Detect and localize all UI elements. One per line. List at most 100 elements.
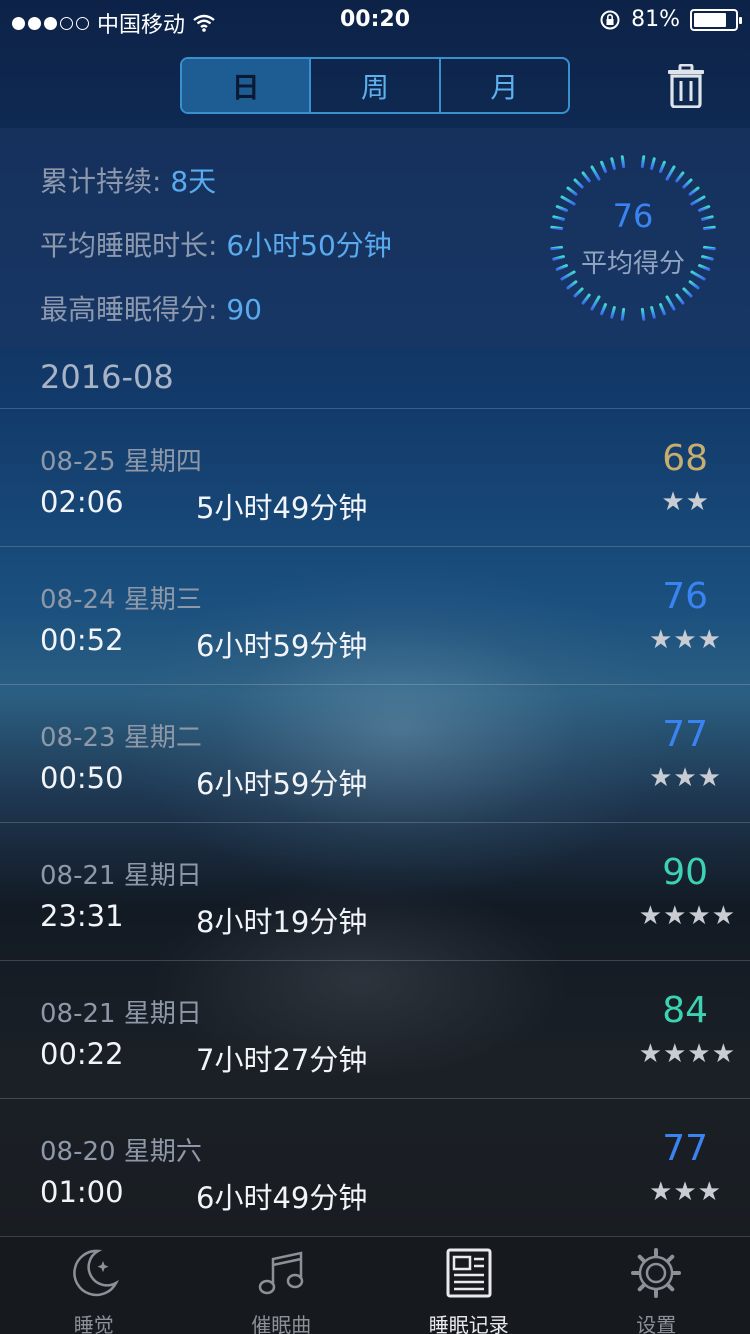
score-gauge xyxy=(549,154,717,322)
gauge-tick xyxy=(682,287,693,298)
sleep-record-row[interactable]: 08-23 星期二 00:50 6小时59分钟 77 ★★★ xyxy=(0,684,750,822)
gauge-tick xyxy=(688,186,700,196)
record-date: 08-23 星期二 xyxy=(40,723,202,753)
tab-settings-label: 设置 xyxy=(636,1313,677,1334)
record-stars: ★★★ xyxy=(649,1177,722,1207)
record-date: 08-21 星期日 xyxy=(40,861,202,891)
sleep-record-row[interactable]: 08-21 星期日 00:22 7小时27分钟 84 ★★★★ xyxy=(0,960,750,1098)
record-score: 68 xyxy=(662,438,708,479)
best-score: 最高睡眠得分: 90 xyxy=(40,288,262,328)
rotation-lock-icon xyxy=(600,10,620,29)
gauge-tick xyxy=(620,155,626,169)
bottom-tab-bar: 睡觉 催眠曲 睡眠记录 设置 xyxy=(0,1236,750,1334)
tab-month[interactable]: 月 xyxy=(438,59,568,112)
gauge-tick xyxy=(610,157,616,170)
gauge-tick xyxy=(581,171,591,183)
record-duration: 7小时27分钟 xyxy=(196,1043,368,1077)
tab-sleep-label: 睡觉 xyxy=(73,1313,114,1334)
tab-day[interactable]: 日 xyxy=(182,59,310,112)
gear-icon xyxy=(631,1248,682,1298)
record-stars: ★★★ xyxy=(649,763,722,793)
status-right: 81% xyxy=(599,7,742,32)
gauge-label: 平均得分 xyxy=(580,249,685,279)
record-start-time: 00:22 xyxy=(40,1037,124,1071)
record-duration: 6小时59分钟 xyxy=(196,629,368,663)
record-duration: 6小时59分钟 xyxy=(196,767,368,801)
gauge-tick xyxy=(620,307,626,321)
period-segmented-control: 日 周 月 xyxy=(180,57,570,114)
gauge-tick xyxy=(610,306,616,319)
record-start-time: 23:31 xyxy=(40,899,124,933)
gauge-tick xyxy=(640,307,646,321)
sleep-record-row[interactable]: 08-20 星期六 01:00 6小时49分钟 77 ★★★ xyxy=(0,1098,750,1236)
record-stars: ★★★★ xyxy=(638,1039,736,1069)
record-start-time: 01:00 xyxy=(40,1175,124,1209)
record-stars: ★★★ xyxy=(649,625,722,655)
record-duration: 5小时49分钟 xyxy=(196,491,368,525)
gauge-tick xyxy=(659,303,666,316)
gauge-tick xyxy=(566,186,578,196)
gauge-tick xyxy=(688,280,700,290)
tab-sleep-records[interactable]: 睡眠记录 xyxy=(375,1237,563,1334)
gauge-tick xyxy=(650,306,656,319)
record-score: 77 xyxy=(662,1128,708,1169)
gauge-tick xyxy=(566,280,578,290)
record-score: 76 xyxy=(662,576,708,617)
gauge-tick xyxy=(659,160,666,173)
music-icon xyxy=(259,1251,304,1295)
sleep-record-row[interactable]: 08-24 星期三 00:52 6小时59分钟 76 ★★★ xyxy=(0,546,750,684)
total-days-value: 8天 xyxy=(170,165,217,198)
total-days: 累计持续: 8天 xyxy=(40,160,216,200)
sleep-record-list: 08-25 星期四 02:06 5小时49分钟 68 ★★ 08-24 星期三 … xyxy=(0,408,750,1236)
tab-sleep-records-label: 睡眠记录 xyxy=(428,1313,509,1334)
record-score: 90 xyxy=(662,852,708,893)
sleep-record-row[interactable]: 08-21 星期日 23:31 8小时19分钟 90 ★★★★ xyxy=(0,822,750,960)
average-duration-label: 平均睡眠时长: xyxy=(40,229,227,262)
gauge-tick xyxy=(581,293,591,305)
trash-icon[interactable] xyxy=(666,64,706,108)
average-duration-value: 6小时50分钟 xyxy=(226,229,392,262)
month-header: 2016-08 xyxy=(40,358,174,396)
best-score-label: 最高睡眠得分: xyxy=(40,293,227,326)
tab-lullaby-label: 催眠曲 xyxy=(251,1313,312,1334)
record-score: 77 xyxy=(662,714,708,755)
gauge-tick xyxy=(590,295,601,311)
record-duration: 6小时49分钟 xyxy=(196,1181,368,1215)
gauge-tick xyxy=(675,171,685,183)
gauge-tick xyxy=(640,155,646,169)
record-date: 08-21 星期日 xyxy=(40,999,202,1029)
battery-level xyxy=(694,12,727,27)
battery-icon xyxy=(690,8,742,31)
gauge-tick xyxy=(573,178,584,189)
record-date: 08-24 星期三 xyxy=(40,585,202,615)
tab-sleep[interactable]: 睡觉 xyxy=(0,1237,188,1334)
record-icon xyxy=(446,1248,492,1298)
gauge-tick xyxy=(600,303,607,316)
record-stars: ★★ xyxy=(661,487,710,517)
average-duration: 平均睡眠时长: 6小时50分钟 xyxy=(40,224,392,264)
gauge-tick xyxy=(665,295,676,311)
gauge-score: 76 xyxy=(612,197,654,235)
record-start-time: 00:50 xyxy=(40,761,124,795)
record-start-time: 00:52 xyxy=(40,623,124,657)
moon-icon xyxy=(73,1249,119,1297)
record-date: 08-20 星期六 xyxy=(40,1137,202,1167)
tab-lullaby[interactable]: 催眠曲 xyxy=(188,1237,376,1334)
record-duration: 8小时19分钟 xyxy=(196,905,368,939)
gauge-tick xyxy=(665,165,676,181)
tab-week[interactable]: 周 xyxy=(309,59,438,112)
gauge-tick xyxy=(573,287,584,298)
gauge-tick xyxy=(682,178,693,189)
gauge-tick xyxy=(650,157,656,170)
total-days-label: 累计持续: xyxy=(40,165,171,198)
record-stars: ★★★★ xyxy=(638,901,736,931)
tab-settings[interactable]: 设置 xyxy=(563,1237,750,1334)
battery-percent: 81% xyxy=(631,7,680,32)
record-score: 84 xyxy=(662,990,708,1031)
best-score-value: 90 xyxy=(226,293,262,326)
record-date: 08-25 星期四 xyxy=(40,447,202,477)
gauge-tick xyxy=(675,293,685,305)
status-bar: 中国移动 00:20 81% xyxy=(0,0,750,40)
sleep-record-row[interactable]: 08-25 星期四 02:06 5小时49分钟 68 ★★ xyxy=(0,408,750,546)
gauge-tick xyxy=(600,160,607,173)
